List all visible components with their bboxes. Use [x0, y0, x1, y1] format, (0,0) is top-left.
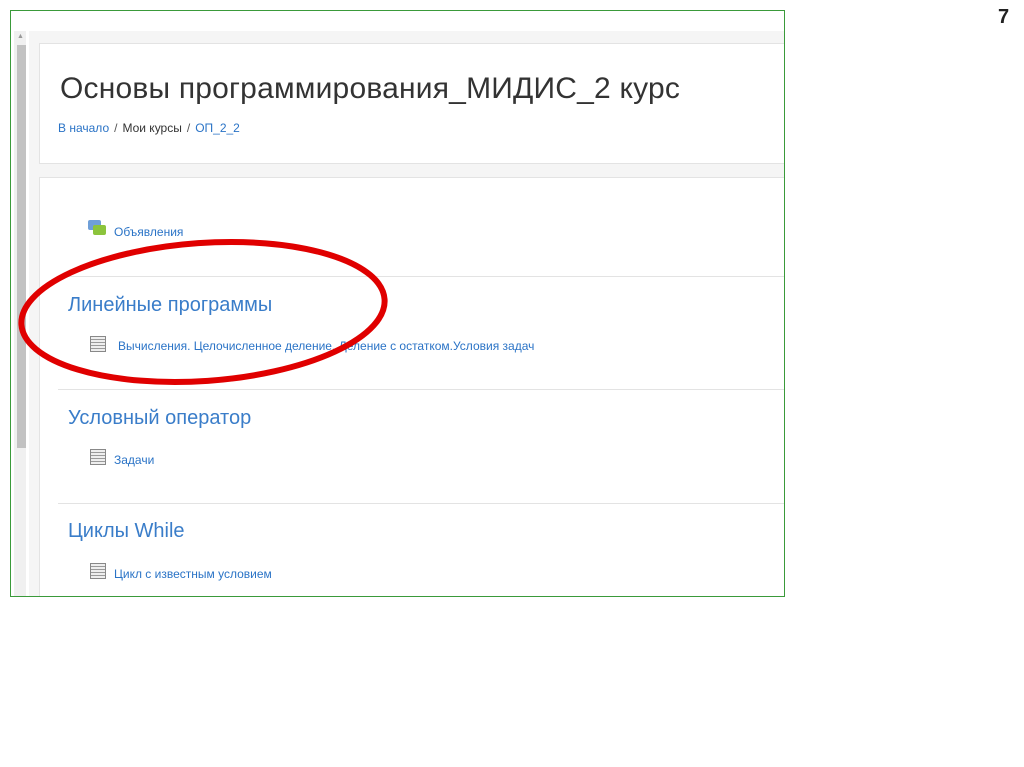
highlight-ellipse	[18, 239, 388, 385]
